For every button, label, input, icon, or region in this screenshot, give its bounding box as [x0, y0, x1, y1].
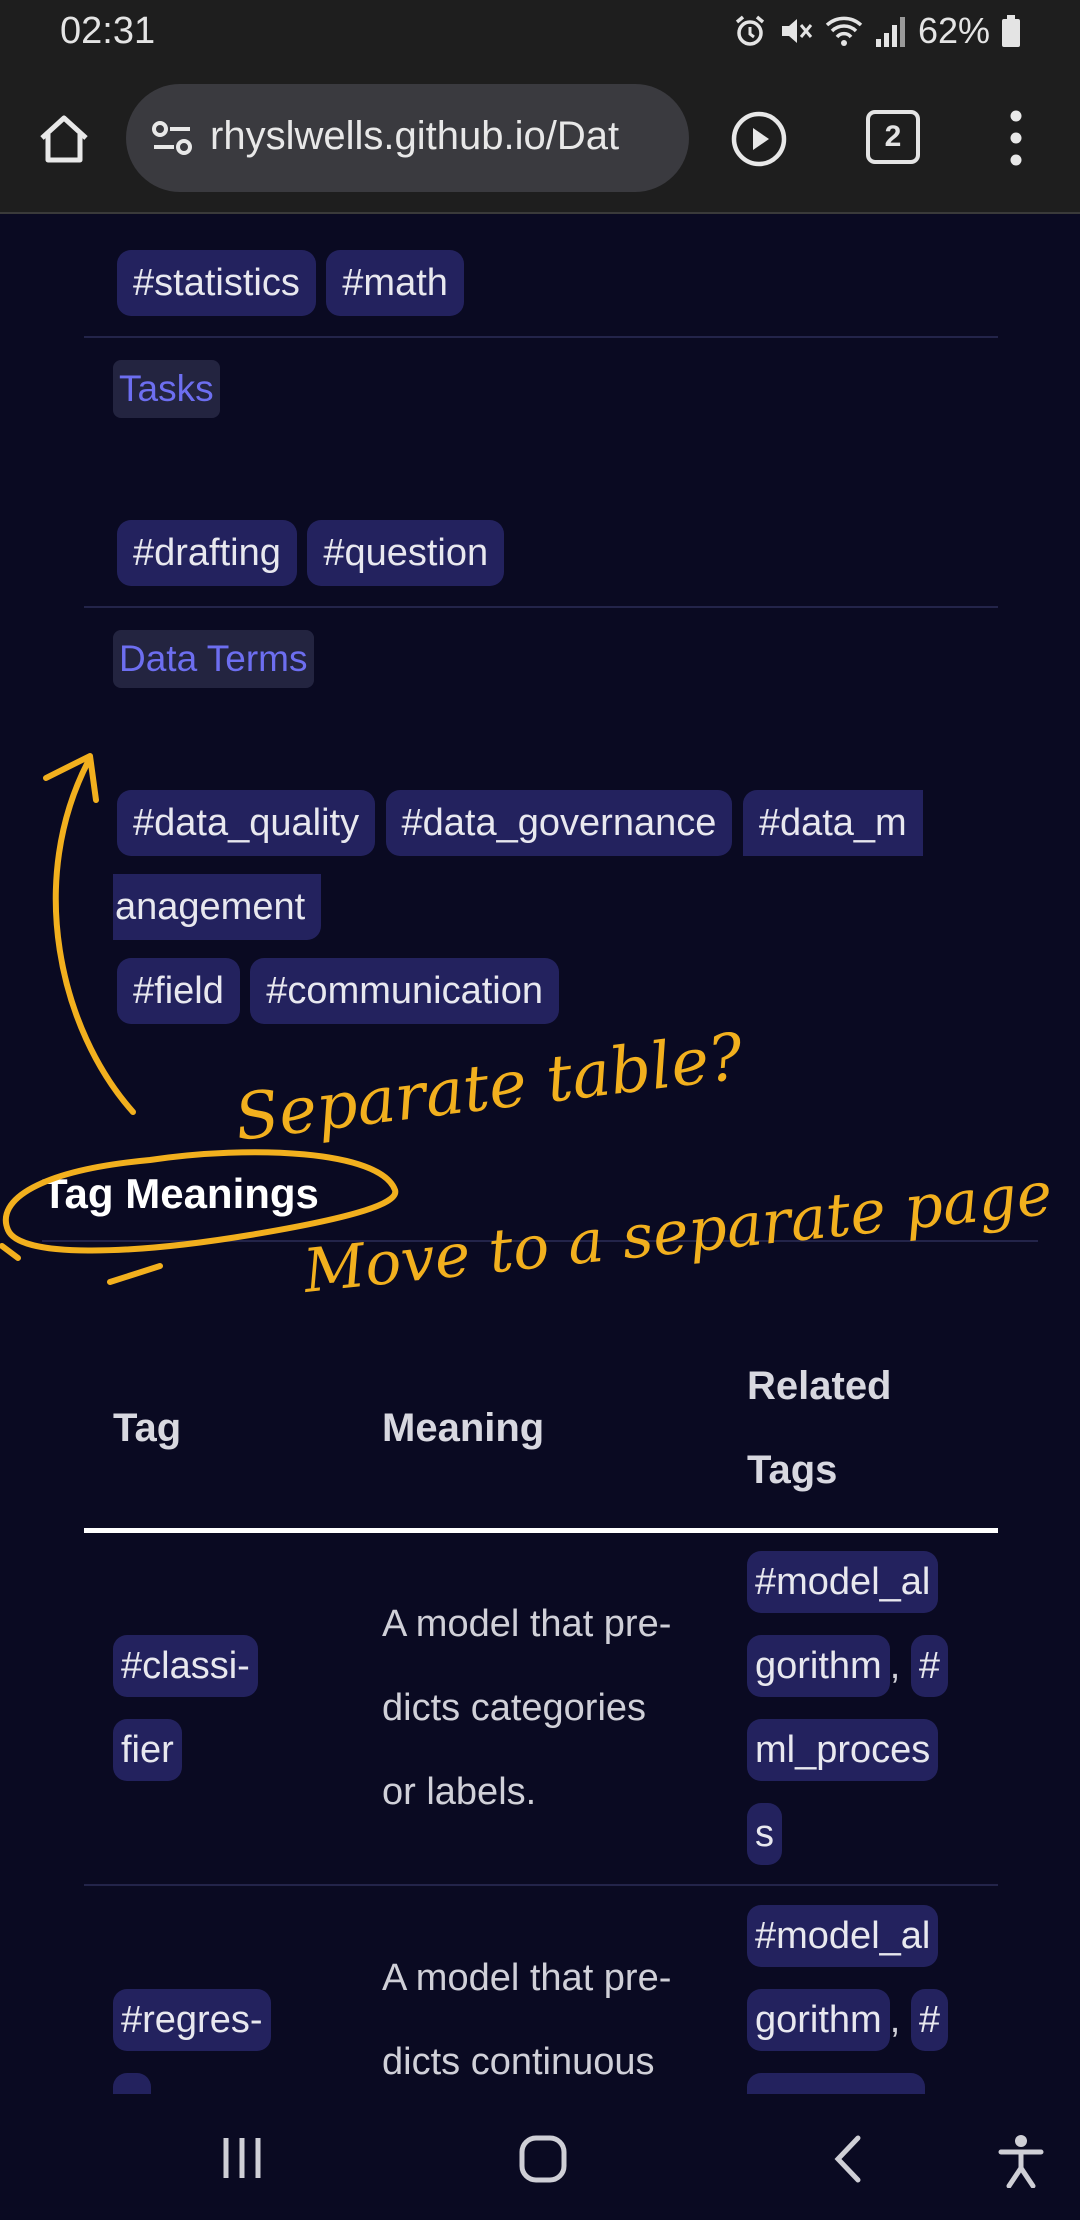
url-text[interactable]: rhyslwells.github.io/Dat	[210, 114, 680, 159]
divider	[84, 1884, 998, 1886]
tag-link-continued[interactable]	[113, 2073, 151, 2094]
alarm-icon	[735, 15, 765, 46]
tag-link[interactable]: #statistics	[117, 250, 316, 316]
status-icons: 62%	[732, 10, 1022, 52]
signal-icon	[875, 17, 905, 47]
wifi-icon	[825, 16, 863, 46]
column-header-tag: Tag	[113, 1406, 182, 1450]
tag-list: #data_quality #data_governance #data_m	[117, 790, 929, 856]
divider	[42, 1240, 1038, 1242]
tag-link[interactable]: #	[910, 1635, 948, 1697]
divider	[84, 336, 998, 338]
accessibility-icon[interactable]	[998, 2134, 1044, 2188]
column-header-meaning: Meaning	[382, 1406, 545, 1450]
tag-link[interactable]: #math	[326, 250, 464, 316]
address-bar[interactable]: rhyslwells.github.io/Dat	[126, 84, 689, 192]
system-navigation-bar	[0, 2094, 1080, 2220]
tag-link[interactable]: #drafting	[117, 520, 297, 586]
tag-link[interactable]: #data_quality	[117, 790, 376, 856]
tag-link[interactable]: #communication	[250, 958, 559, 1024]
tag-list: #field #communication	[117, 958, 565, 1024]
meaning-cell: A model that pre- dicts continuous	[382, 1957, 672, 2083]
tab-switcher-button[interactable]: 2	[866, 110, 920, 164]
related-tags-cell: #model_al gorithm, #	[747, 1894, 948, 2094]
divider	[84, 606, 998, 608]
battery-icon	[1002, 15, 1020, 47]
home-nav-icon[interactable]	[518, 2134, 568, 2184]
section-heading: Tag Meanings	[42, 1170, 319, 1217]
meaning-cell: A model that pre- dicts categories or la…	[382, 1603, 672, 1813]
tag-link[interactable]: #model_al	[747, 1551, 939, 1613]
section-link-data-terms[interactable]: Data Terms	[113, 630, 314, 688]
status-time: 02:31	[60, 10, 156, 52]
tag-list: #statistics #math	[117, 250, 470, 316]
tag-link[interactable]: s	[747, 1803, 782, 1865]
home-icon[interactable]	[36, 110, 92, 166]
mute-icon	[781, 19, 813, 43]
tag-link[interactable]: #question	[307, 520, 505, 586]
tag-link[interactable]: #data_governance	[385, 790, 733, 856]
tag-link[interactable]: #classi-	[113, 1635, 258, 1697]
tag-cell: #classi- fier	[113, 1624, 258, 1792]
tag-link[interactable]: anagement	[113, 874, 322, 940]
tag-link[interactable]: gorithm	[747, 1635, 890, 1697]
tag-link[interactable]: #	[910, 1989, 948, 2051]
tag-link[interactable]: #regres-	[113, 1989, 271, 2051]
tag-link[interactable]: fier	[113, 1719, 182, 1781]
play-icon[interactable]	[730, 110, 788, 168]
tag-link[interactable]: #field	[117, 958, 240, 1024]
column-header-related: Related	[747, 1364, 892, 1408]
tag-wrap-continuation: anagement	[113, 874, 322, 940]
battery-percent: 62%	[917, 10, 990, 51]
site-settings-icon[interactable]	[148, 114, 196, 162]
tag-link[interactable]: #data_m	[742, 790, 923, 856]
back-icon[interactable]	[830, 2134, 866, 2184]
tag-link[interactable]: ml_proces	[747, 1719, 939, 1781]
browser-toolbar: rhyslwells.github.io/Dat 2	[0, 66, 1080, 214]
tag-link-continued[interactable]	[747, 2073, 925, 2094]
section-link-tasks[interactable]: Tasks	[113, 360, 220, 418]
more-options-icon[interactable]	[996, 106, 1036, 170]
tag-cell: #regres-	[113, 1978, 271, 2094]
recent-apps-icon[interactable]	[220, 2134, 264, 2182]
tag-link[interactable]: gorithm	[747, 1989, 890, 2051]
tag-link[interactable]: #model_al	[747, 1905, 939, 1967]
status-bar: 02:31 62%	[0, 0, 1080, 66]
related-tags-cell: #model_al gorithm, # ml_proces s	[747, 1540, 948, 1876]
tag-list: #drafting #question	[117, 520, 510, 586]
column-header-related-2: Tags	[747, 1448, 838, 1492]
page-content: #statistics #math Tasks #drafting #quest…	[0, 214, 1080, 2094]
table-header-rule	[84, 1528, 998, 1533]
